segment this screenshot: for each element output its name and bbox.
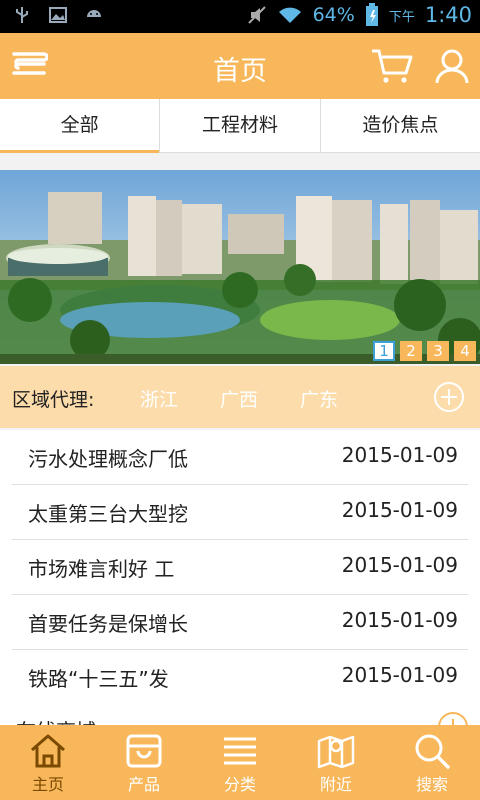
news-title: 太重第三台大型挖 [28,502,188,526]
tabbar-label: 搜索 [415,775,448,794]
status-bar: 64% 下午 1:40 [0,0,480,33]
carousel-dot[interactable]: 2 [400,341,422,361]
tabbar-categories[interactable]: 分类 [192,725,288,800]
region-city-guangdong[interactable]: 广东 [300,385,338,412]
banner-carousel[interactable]: 1 2 3 4 [0,170,480,364]
list-icon [224,737,256,765]
news-title: 市场难言利好 工 [28,557,175,581]
carousel-indicator: 1 2 3 4 [373,341,476,361]
search-icon [415,734,450,769]
tabbar-label: 产品 [127,775,160,794]
region-label: 区域代理: [12,389,95,411]
carousel-dot[interactable]: 3 [427,341,449,361]
tab-all[interactable]: 全部 [0,99,161,153]
tabbar-label: 分类 [223,775,256,794]
ampm-label: 下午 [388,9,415,25]
news-title: 首要任务是保增长 [28,612,188,636]
banner-image [0,170,480,364]
news-date: 2015-01-09 [341,443,458,467]
battery-charging-icon [365,3,378,26]
news-date: 2015-01-09 [341,663,458,687]
tab-cost-focus[interactable]: 造价焦点 [321,99,480,152]
list-item[interactable]: 市场难言利好 工 2015-01-09 [12,540,468,595]
news-title: 铁路“十三五”发 [28,667,169,691]
wifi-icon [278,7,301,23]
home-icon [31,734,65,768]
news-title: 污水处理概念厂低 [28,447,188,471]
list-item[interactable]: 铁路“十三五”发 2015-01-09 [12,650,468,705]
news-date: 2015-01-09 [341,608,458,632]
image-icon [49,7,67,23]
clock-time: 1:40 [424,3,472,27]
news-list: 污水处理概念厂低 2015-01-09 太重第三台大型挖 2015-01-09 … [0,430,480,730]
region-city-zhejiang[interactable]: 浙江 [140,385,178,412]
tab-label: 全部 [60,114,99,136]
carousel-dot[interactable]: 4 [454,341,476,361]
plus-circle-icon[interactable] [433,381,465,413]
battery-percent: 64% [312,4,355,26]
tab-label: 工程材料 [201,114,278,136]
map-icon [317,735,355,769]
category-tabs: 全部 工程材料 造价焦点 [0,99,480,153]
usb-icon [16,7,28,23]
bottom-tab-bar: 主页 产品 分类 附近 搜索 [0,725,480,800]
tabbar-products[interactable]: 产品 [96,725,192,800]
news-date: 2015-01-09 [341,498,458,522]
mute-icon [247,6,266,24]
android-icon [87,10,101,17]
tab-engineering-materials[interactable]: 工程材料 [160,99,321,152]
tabbar-nearby[interactable]: 附近 [288,725,384,800]
list-item[interactable]: 太重第三台大型挖 2015-01-09 [12,485,468,540]
tabbar-home[interactable]: 主页 [0,725,96,800]
carousel-dot[interactable]: 1 [373,341,395,361]
region-city-guangxi[interactable]: 广西 [220,385,258,412]
bag-icon [126,734,162,768]
tabbar-search[interactable]: 搜索 [384,725,480,800]
news-date: 2015-01-09 [341,553,458,577]
app-header: 首页 [0,33,480,99]
user-icon[interactable] [434,48,470,84]
list-item[interactable]: 污水处理概念厂低 2015-01-09 [12,430,468,485]
cart-icon[interactable] [370,48,414,84]
tabbar-label: 附近 [319,775,352,794]
tab-label: 造价焦点 [362,114,439,136]
tabbar-label: 主页 [31,775,64,794]
list-item[interactable]: 首要任务是保增长 2015-01-09 [12,595,468,650]
region-agent-bar: 区域代理: 浙江 广西 广东 [0,366,480,428]
